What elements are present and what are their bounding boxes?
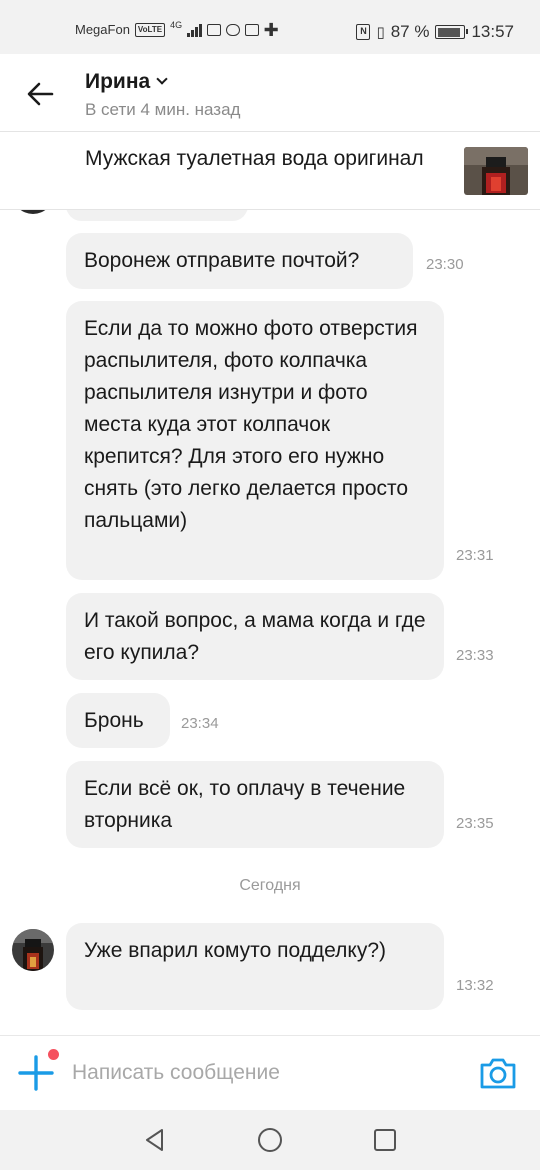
medical-plus-icon: ✚	[263, 19, 279, 40]
message-text: Бронь	[84, 709, 144, 732]
contact-name-button[interactable]: Ирина	[85, 70, 168, 94]
arrow-left-icon	[27, 82, 54, 106]
clock: 13:57	[471, 22, 514, 41]
message-time: 23:34	[181, 715, 219, 732]
battery-percent: 87 %	[390, 22, 430, 41]
message-text: Если да то можно фото отверстия распылит…	[84, 317, 418, 532]
circle-home-icon	[258, 1128, 282, 1152]
message-bubble[interactable]: И такой вопрос, а мама когда и где его к…	[66, 593, 444, 680]
contact-name: Ирина	[85, 70, 151, 93]
vibrate-icon: ▯	[376, 24, 385, 41]
message-notification-icon	[206, 23, 221, 36]
message-time: 23:33	[456, 647, 494, 664]
square-recent-icon	[374, 1129, 396, 1151]
message-text: Если всё ок, то оплачу в течение вторник…	[84, 777, 406, 832]
nav-recent-button[interactable]	[370, 1125, 400, 1155]
battery-icon	[435, 25, 469, 39]
nav-back-button[interactable]	[140, 1125, 170, 1155]
message-text: Уже впарил комуто подделку?)	[84, 939, 387, 962]
carrier-label: MegaFon	[75, 22, 130, 37]
notification-dot	[48, 1049, 59, 1060]
status-bar: MegaFon VoLTE 4G ✚ N ▯ 87 % 13:57	[0, 0, 540, 54]
message-time: 13:32	[456, 977, 494, 994]
system-nav-bar	[0, 1110, 540, 1170]
status-right: N ▯ 87 % 13:57	[356, 22, 514, 42]
volte-badge: VoLTE	[134, 22, 166, 37]
message-time: 23:31	[456, 547, 494, 564]
message-bubble[interactable]: Воронеж отправите почтой?	[66, 233, 413, 289]
message-composer	[0, 1035, 540, 1110]
back-button[interactable]	[24, 77, 58, 111]
chevron-down-icon	[156, 73, 168, 85]
day-separator: Сегодня	[239, 877, 301, 894]
message-bubble[interactable]: Если всё ок, то оплачу в течение вторник…	[66, 761, 444, 848]
nav-home-button[interactable]	[255, 1125, 285, 1155]
listing-bar[interactable]: Мужская туалетная вода оригинал	[0, 133, 540, 210]
camera-icon	[480, 1058, 516, 1089]
chat-header: Ирина В сети 4 мин. назад	[0, 54, 540, 132]
mail-notification-icon	[244, 23, 259, 36]
message-time: 23:30	[426, 256, 464, 273]
chat-area[interactable]: Воронеж отправите почтой? 23:30 Если да …	[0, 210, 540, 1035]
network-label: 4G	[170, 19, 183, 30]
attach-button[interactable]	[17, 1054, 55, 1092]
message-bubble[interactable]: Бронь	[66, 693, 170, 748]
triangle-back-icon	[146, 1129, 163, 1151]
message-time: 23:35	[456, 815, 494, 832]
avatar-partial	[12, 210, 54, 214]
message-input[interactable]	[72, 1056, 452, 1090]
nfc-icon: N	[356, 24, 371, 40]
message-text: Воронеж отправите почтой?	[84, 249, 360, 272]
contact-status: В сети 4 мин. назад	[85, 100, 241, 119]
listing-thumbnail[interactable]	[464, 147, 528, 195]
contact-avatar[interactable]	[12, 929, 54, 971]
status-left: MegaFon VoLTE 4G ✚	[75, 19, 279, 40]
signal-icon	[187, 23, 202, 37]
message-bubble[interactable]: Уже впарил комуто подделку?)	[66, 923, 444, 1010]
plus-icon	[18, 1055, 54, 1091]
message-text: И такой вопрос, а мама когда и где его к…	[84, 609, 426, 664]
app-notification-icon	[225, 23, 240, 36]
camera-button[interactable]	[478, 1054, 518, 1092]
listing-title: Мужская туалетная вода оригинал	[85, 147, 424, 170]
message-bubble[interactable]: Если да то можно фото отверстия распылит…	[66, 301, 444, 580]
message-bubble-partial	[66, 210, 248, 221]
